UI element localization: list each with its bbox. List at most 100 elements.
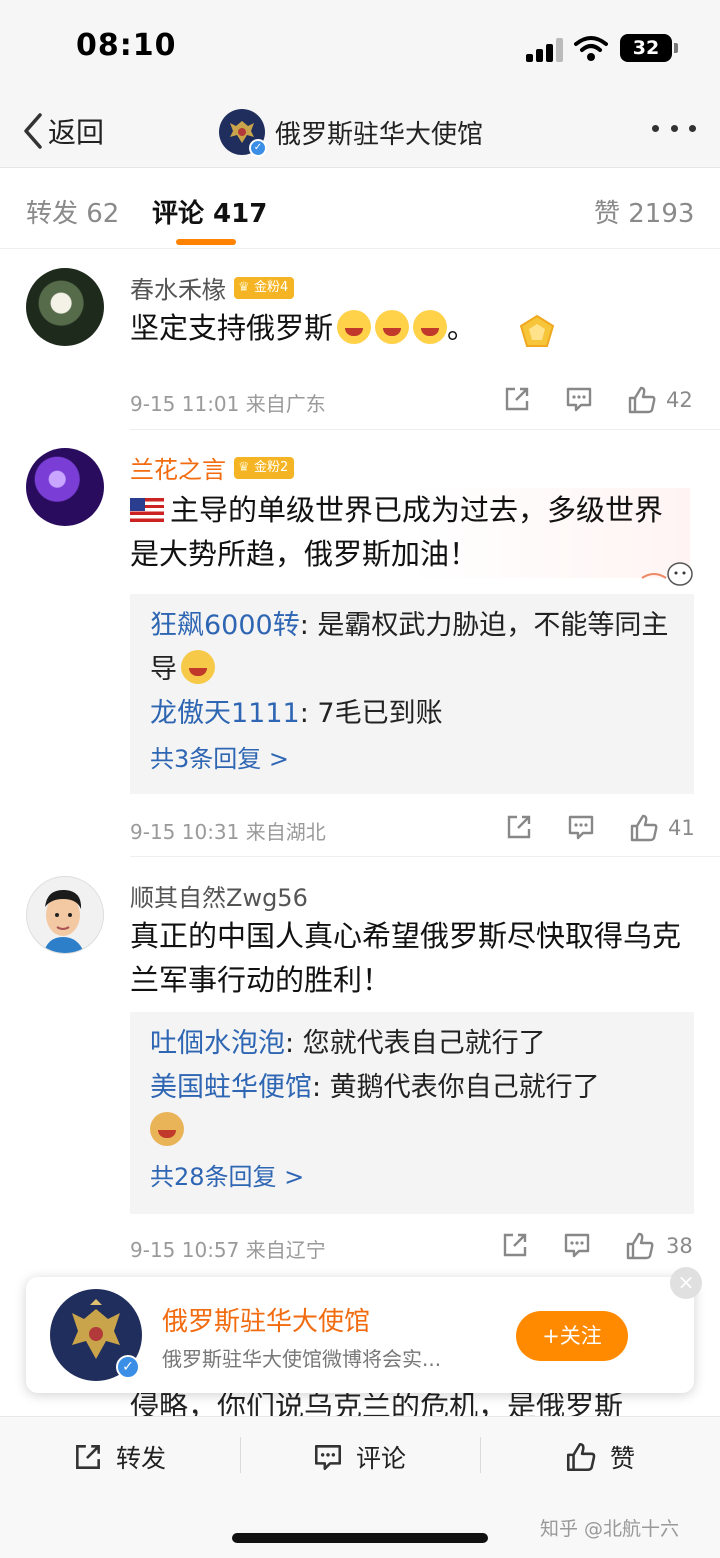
view-all-replies-link[interactable]: 共28条回复 > [150,1154,674,1200]
like-count: 38 [666,1234,693,1258]
user-avatar[interactable] [26,448,104,526]
share-icon[interactable] [504,812,534,842]
comment-meta: 9-15 11:01 来自广东 [130,392,326,416]
nav-bar: 返回 ✓ 俄罗斯驻华大使馆 [0,96,720,168]
comment-item: 春水禾椽 金粉4 坚定支持俄罗斯 。 9-15 11:01 来自广东 42 [0,250,720,430]
status-time: 08:10 [76,28,177,63]
reply-username[interactable]: 吐個水泡泡 [150,1028,285,1059]
thumbs-up-icon[interactable] [624,1230,656,1262]
view-all-replies-link[interactable]: 共3条回复 > [150,736,674,782]
bar-divider [240,1437,241,1473]
reply-username[interactable]: 狂飙6000转 [150,610,300,641]
comment-suffix: 。 [447,311,477,345]
verified-badge-icon: ✓ [249,139,267,157]
laughing-crying-emoji-icon [413,310,448,344]
comment-icon[interactable] [562,1230,592,1260]
back-label: 返回 [48,116,105,149]
reply-username[interactable]: 龙傲天1111 [150,698,300,729]
share-icon [76,1445,100,1469]
bar-divider [480,1437,481,1473]
share-icon[interactable] [500,1230,530,1260]
tab-likes[interactable]: 赞 2193 [594,193,694,230]
comment-actions: 42 [500,384,700,418]
comment-button[interactable]: 评论 [312,1439,406,1475]
reply-line: 龙傲天1111: 7毛已到账 [150,692,674,736]
username-text: 兰花之言 [130,456,226,484]
reply-text: : 您就代表自己就行了 [285,1028,546,1059]
comment-text: 坚定支持俄罗斯 。 [130,306,690,352]
cellular-signal-icon [526,38,564,62]
comment-item: 顺其自然Zwg56 真正的中国人真心希望俄罗斯尽快取得乌克兰军事行动的胜利！ 吐… [0,858,720,1278]
tab-bar: 转发 62 评论 417 赞 2193 [0,169,720,249]
comment-actions: 38 [500,1230,700,1264]
user-avatar[interactable] [26,268,104,346]
share-icon[interactable] [502,384,532,414]
comment-icon[interactable] [566,812,596,842]
comment-actions: 41 [500,812,700,846]
comment-text: 主导的单级世界已成为过去，多级世界是大势所趋，俄罗斯加油！ [130,488,690,578]
reply-preview-box[interactable]: 吐個水泡泡: 您就代表自己就行了 美国蛀华便馆: 黄鹅代表你自己就行了 共28条… [130,1012,694,1214]
comment-body: 坚定支持俄罗斯 [130,311,334,345]
wifi-icon [574,36,608,61]
verified-badge-icon: ✓ [116,1355,140,1379]
like-button[interactable]: 赞 [564,1439,635,1475]
like-count: 42 [666,388,693,412]
reply-line [150,1110,674,1154]
reply-line: 美国蛀华便馆: 黄鹅代表你自己就行了 [150,1066,674,1110]
reply-line: 吐個水泡泡: 您就代表自己就行了 [150,1022,674,1066]
thumbs-up-icon[interactable] [628,812,660,844]
thumbs-up-icon[interactable] [626,384,658,416]
doge-emoji-icon [150,1112,184,1146]
embassy-avatar: ✓ [50,1289,142,1381]
more-dot-icon [652,124,659,132]
reply-username[interactable]: 美国蛀华便馆 [150,1072,312,1103]
reply-line: 狂飙6000转: 是霸权武力胁迫，不能等同主导 [150,604,674,692]
follow-suggestion-card[interactable]: ✓ 俄罗斯驻华大使馆 俄罗斯驻华大使馆微博将会实... +关注 × [26,1267,702,1393]
nav-account[interactable]: ✓ 俄罗斯驻华大使馆 [219,104,483,160]
username-text: 春水禾椽 [130,276,226,304]
laughing-crying-emoji-icon [375,310,410,344]
tab-reposts[interactable]: 转发 62 [26,193,119,230]
us-flag-emoji-icon [130,498,164,522]
close-icon[interactable]: × [670,1267,702,1299]
comment-divider [130,856,720,857]
reply-preview-box[interactable]: 狂飙6000转: 是霸权武力胁迫，不能等同主导 龙傲天1111: 7毛已到账 共… [130,594,694,794]
reply-text: : 黄鹅代表你自己就行了 [312,1072,600,1103]
comment-body: 主导的单级世界已成为过去，多级世界是大势所趋，俄罗斯加油！ [130,493,664,571]
follow-account-name[interactable]: 俄罗斯驻华大使馆 [162,1301,370,1338]
comment-body: 真正的中国人真心希望俄罗斯尽快取得乌克兰军事行动的胜利！ [130,919,682,997]
cartoon-man-avatar-icon [43,889,85,953]
laughing-crying-emoji-icon [337,310,372,344]
like-count: 41 [668,816,695,840]
tab-comments[interactable]: 评论 417 [152,193,267,230]
follow-button[interactable]: +关注 [516,1311,628,1361]
follow-account-description: 俄罗斯驻华大使馆微博将会实... [162,1347,442,1371]
thumbs-up-icon [566,1442,596,1472]
more-options-button[interactable] [652,110,696,146]
nav-title: 俄罗斯驻华大使馆 [275,119,484,150]
comment-username[interactable]: 顺其自然Zwg56 [130,878,308,913]
more-dot-icon [670,124,678,132]
comment-meta: 9-15 10:57 来自辽宁 [130,1238,326,1262]
battery-indicator: 32 [620,34,678,62]
comment-username[interactable]: 春水禾椽 金粉4 [130,270,295,305]
active-tab-indicator [176,239,236,245]
shrug-emoji-icon [181,650,215,684]
back-button[interactable]: 返回 [20,108,104,154]
repost-button[interactable]: 转发 [72,1439,166,1475]
comment-icon[interactable] [564,384,594,414]
zhihu-watermark: 知乎 @北航十六 [540,1518,680,1540]
fan-level-badge: 金粉2 [234,456,295,479]
repost-label: 转发 [116,1444,167,1473]
more-dot-icon [689,124,696,132]
user-avatar[interactable] [26,876,104,954]
fan-level-badge: 金粉4 [234,276,295,299]
comment-username[interactable]: 兰花之言 金粉2 [130,450,295,485]
reply-text: : 7毛已到账 [299,698,443,729]
home-indicator[interactable] [232,1533,488,1543]
gold-gem-decoration-icon [520,314,555,347]
username-text: 顺其自然Zwg56 [130,884,308,912]
like-label: 赞 [610,1444,636,1473]
chevron-left-icon [24,113,42,149]
embassy-avatar: ✓ [219,109,267,157]
